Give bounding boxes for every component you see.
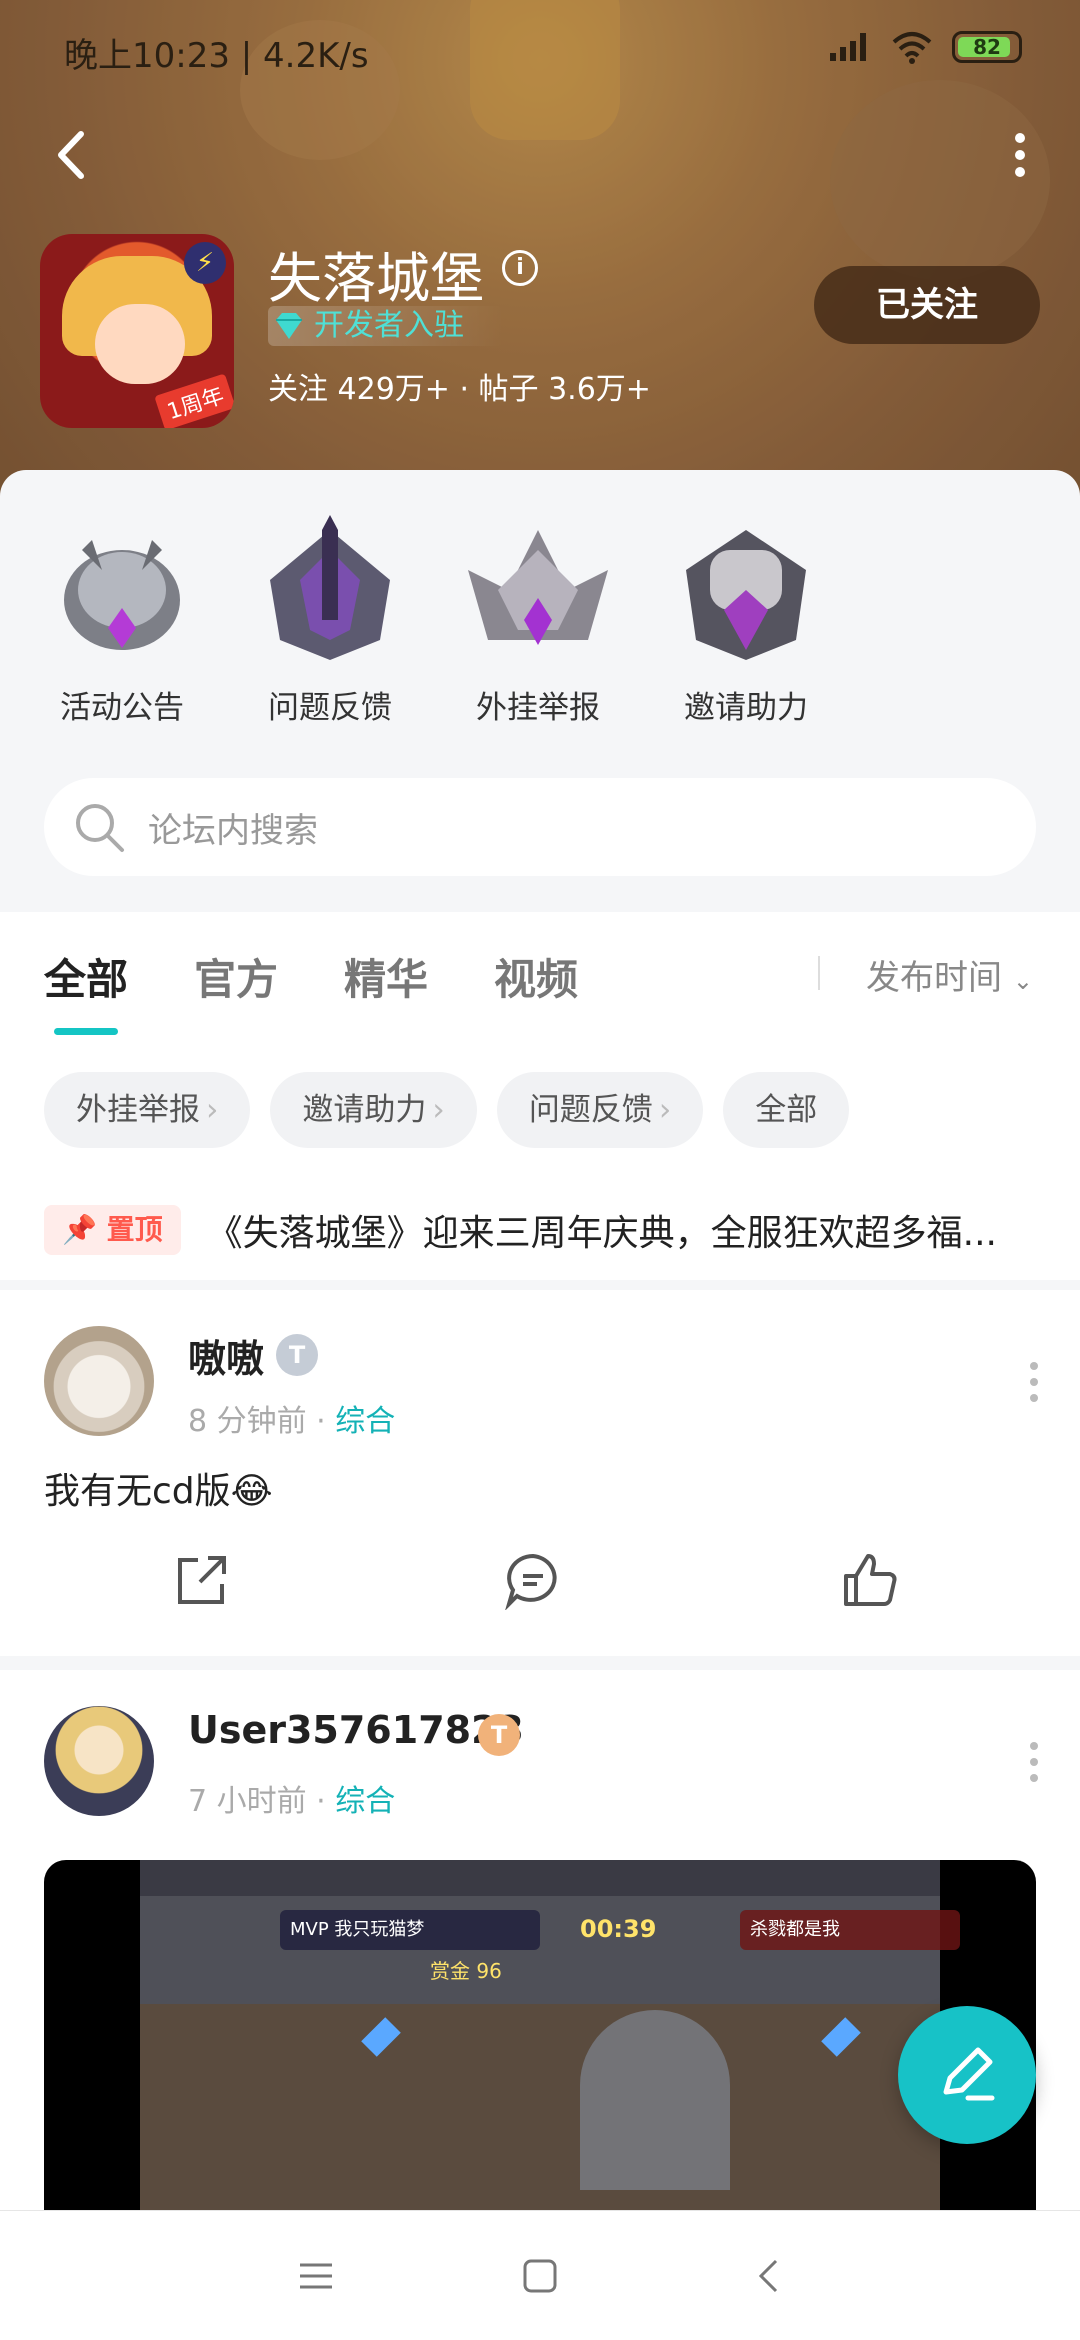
post-author[interactable]: 嗷嗷 (188, 1328, 264, 1383)
chip-invite[interactable]: 邀请助力 › (270, 1072, 477, 1148)
post-category[interactable]: 综合 (335, 1784, 395, 1819)
comment-icon (505, 1553, 557, 1610)
share-button[interactable] (162, 1540, 242, 1620)
quick-action-announcements[interactable]: 活动公告 (32, 510, 212, 727)
nav-back-button[interactable] (738, 2246, 798, 2306)
chevron-right-icon: › (432, 1092, 445, 1128)
home-button[interactable] (510, 2246, 570, 2306)
like-button[interactable] (830, 1540, 910, 1620)
back-icon (58, 131, 84, 179)
signal-icon (830, 33, 866, 61)
divider (818, 956, 820, 990)
avatar[interactable] (44, 1326, 154, 1436)
filter-chips: 外挂举报 › 邀请助力 › 问题反馈 › 全部 (44, 1072, 850, 1148)
tab-all[interactable]: 全部 (44, 946, 128, 1035)
post-meta: 7 小时前 · 综合 (188, 1784, 396, 1819)
back-button[interactable] (40, 125, 100, 185)
pin-icon: 📌 (62, 1213, 97, 1246)
shield-badge-icon (270, 515, 390, 660)
game-timer: 00:39 (580, 1915, 657, 1943)
post-card[interactable]: 嗷嗷 T 8 分钟前 · 综合 我有无cd版😂 (0, 1290, 1080, 1656)
like-icon (844, 1554, 897, 1606)
lightning-badge-icon: ⚡ (184, 242, 226, 284)
search-icon (76, 804, 124, 852)
battery-level: 82 (973, 35, 1001, 59)
tab-featured[interactable]: 精华 (344, 946, 428, 1007)
quick-action-invite[interactable]: 邀请助力 (656, 510, 836, 727)
crown-badge-icon (468, 530, 608, 645)
chevron-right-icon: › (206, 1092, 219, 1128)
post-image[interactable]: MVP 我只玩猫梦 杀戮都是我 00:39 赏金 96 (44, 1860, 1036, 2220)
tab-official[interactable]: 官方 (194, 946, 278, 1007)
search-input[interactable]: 论坛内搜索 (44, 778, 1036, 876)
comment-button[interactable] (493, 1540, 573, 1620)
tab-video[interactable]: 视频 (494, 946, 578, 1007)
game-icon[interactable]: ⚡ 1周年 (40, 234, 234, 428)
sort-dropdown[interactable]: 发布时间 ⌄ (866, 950, 1033, 999)
level-badge: T (478, 1714, 520, 1756)
search-placeholder: 论坛内搜索 (148, 810, 318, 851)
post-actions (0, 1540, 1080, 1620)
post-more-icon[interactable] (1030, 1742, 1040, 1782)
developer-badge[interactable]: 开发者入驻 (268, 306, 504, 346)
menu-icon (300, 2263, 332, 2289)
post-meta: 8 分钟前 · 综合 (188, 1404, 396, 1439)
share-icon (178, 1556, 226, 1604)
game-hud-left: MVP 我只玩猫梦 (280, 1910, 540, 1950)
chip-all[interactable]: 全部 (723, 1072, 850, 1148)
avatar[interactable] (44, 1706, 154, 1816)
status-bar: 晚上10:23 | 4.2K/s 82 (0, 0, 1080, 100)
nav-back-icon (758, 2259, 778, 2293)
quick-action-report[interactable]: 外挂举报 (448, 510, 628, 727)
post-author[interactable]: User357617823 (188, 1708, 524, 1752)
post-category[interactable]: 综合 (335, 1404, 395, 1439)
sort-label: 发布时间 (866, 958, 1002, 998)
developer-badge-label: 开发者入驻 (314, 308, 464, 343)
game-bounty: 赏金 96 (430, 1959, 502, 1983)
game-stats: 关注 429万+ · 帖子 3.6万+ (268, 372, 651, 407)
chip-report[interactable]: 外挂举报 › (44, 1072, 251, 1148)
chevron-right-icon: › (658, 1092, 672, 1128)
pinned-title: 《失落城堡》迎来三周年庆典，全服狂欢超多福... (206, 1213, 997, 1254)
home-icon (523, 2259, 557, 2293)
feed-controls: 全部 官方 精华 视频 发布时间 ⌄ 外挂举报 › 邀请助力 › 问题反馈 › 全部 … (0, 912, 1080, 1280)
info-icon[interactable]: i (502, 250, 538, 286)
battery-icon: 82 (952, 31, 1022, 63)
fist-badge-icon (686, 530, 806, 660)
chip-feedback[interactable]: 问题反馈 › (496, 1072, 704, 1148)
dragon-badge-icon (64, 540, 180, 650)
post-more-icon[interactable] (1030, 1362, 1040, 1402)
tab-bar: 全部 官方 精华 视频 (44, 946, 578, 1035)
menu-button[interactable] (286, 2246, 346, 2306)
post-card[interactable]: User357617823 T 7 小时前 · 综合 MVP 我只玩猫梦 杀戮都… (0, 1670, 1080, 2220)
diamond-icon (276, 313, 302, 339)
game-title: 失落城堡 (268, 247, 484, 310)
pin-badge: 📌 置顶 (44, 1205, 181, 1255)
pinned-post[interactable]: 📌 置顶 《失落城堡》迎来三周年庆典，全服狂欢超多福... (44, 1202, 1044, 1258)
more-icon (1015, 133, 1025, 177)
status-time: 晚上10:23 | 4.2K/s (64, 36, 369, 76)
quick-actions: 活动公告 问题反馈 外挂举报 邀请助力 (0, 510, 1080, 726)
system-nav-bar (0, 2210, 1080, 2340)
level-badge: T (276, 1334, 318, 1376)
edit-icon (943, 2047, 995, 2101)
chevron-down-icon: ⌄ (1012, 967, 1033, 995)
game-hud-right: 杀戮都是我 (740, 1910, 960, 1950)
wifi-icon (892, 32, 932, 64)
follow-button[interactable]: 已关注 (814, 266, 1040, 344)
anniversary-tag: 1周年 (154, 373, 234, 428)
compose-button[interactable] (898, 2006, 1036, 2144)
more-button[interactable] (990, 125, 1050, 185)
post-text: 我有无cd版😂 (44, 1471, 273, 1512)
quick-action-feedback[interactable]: 问题反馈 (240, 510, 420, 727)
status-icons: 82 (828, 30, 1022, 64)
